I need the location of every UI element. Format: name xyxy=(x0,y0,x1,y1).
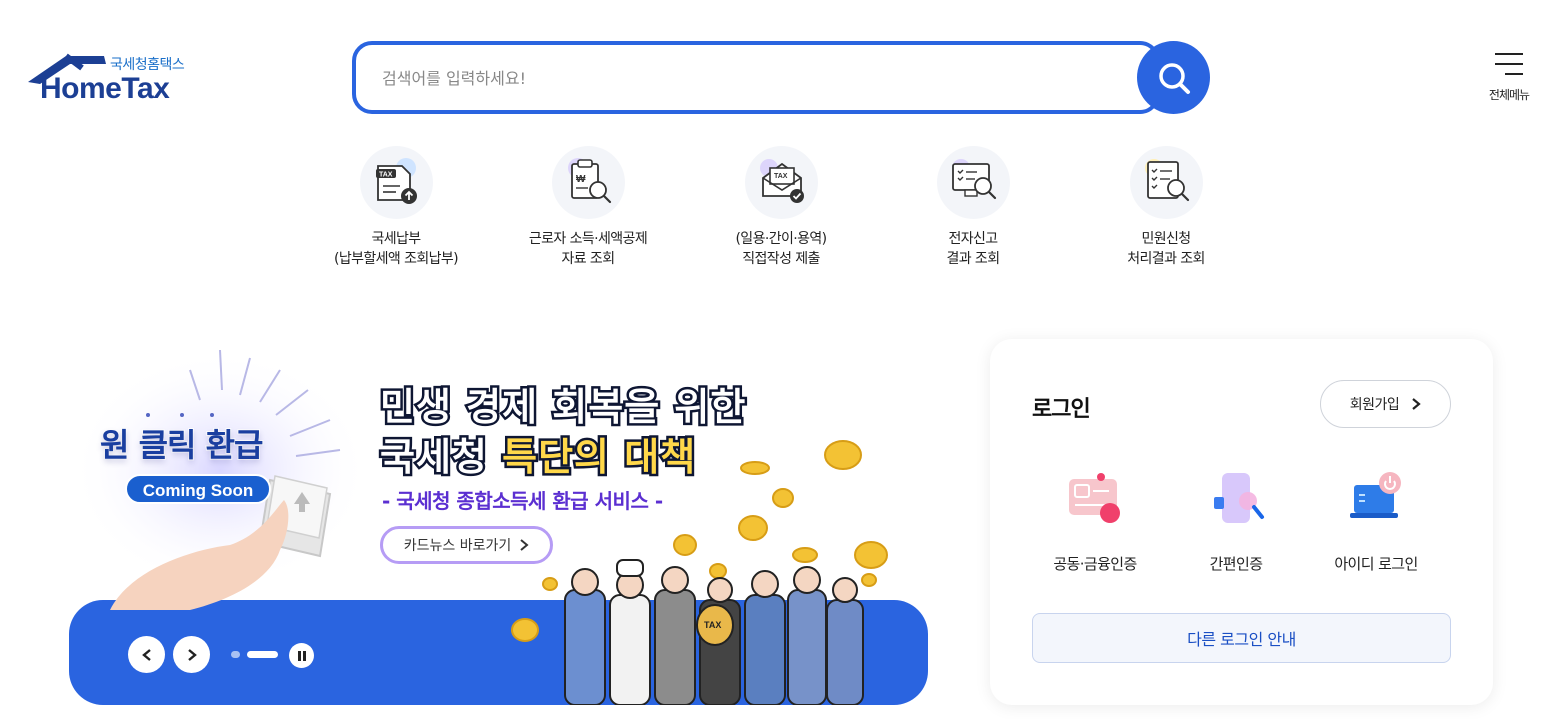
login-title: 로그인 xyxy=(1032,397,1091,422)
tax-mail-icon: TAX xyxy=(759,159,804,203)
quick-menu-label: 전자신고 결과 조회 xyxy=(888,229,1058,269)
login-opt-icon-wrap xyxy=(1206,471,1266,531)
deduction-search-icon: ₩ xyxy=(567,158,611,204)
login-opt-label: 아이디 로그인 xyxy=(1334,555,1418,573)
banner-badge-title: 원 클릭 환급 xyxy=(99,425,264,465)
quick-label-line1: 근로자 소득·세액공제 xyxy=(528,231,648,247)
chevron-right-icon xyxy=(1412,398,1421,410)
phone-search-icon xyxy=(1214,473,1264,523)
search-box xyxy=(352,41,1160,114)
quick-icon-wrap xyxy=(936,146,1010,219)
svg-text:TAX: TAX xyxy=(774,173,788,180)
svg-text:TAX: TAX xyxy=(704,620,721,630)
all-menu-button[interactable]: 전체메뉴 xyxy=(1480,52,1538,106)
banner-headline-1: 민생 경제 회복을 위한 xyxy=(377,383,747,432)
quick-icon-wrap: TAX xyxy=(359,146,433,219)
quick-menu-label: 근로자 소득·세액공제 자료 조회 xyxy=(503,229,673,269)
certificate-card-icon xyxy=(1069,473,1120,523)
quick-menu-label: (일용·간이·용역) 직접작성 제출 xyxy=(696,229,866,269)
quick-label-line1: (일용·간이·용역) xyxy=(735,231,827,247)
signup-button[interactable]: 회원가입 xyxy=(1320,380,1451,428)
tax-payment-icon: TAX xyxy=(375,158,417,204)
hometax-logo[interactable]: 국세청홈택스 HomeTax xyxy=(26,50,196,106)
quick-label-line2: 자료 조회 xyxy=(561,251,616,267)
quick-menu-deduction[interactable]: ₩ 근로자 소득·세액공제 자료 조회 xyxy=(503,146,673,269)
card-news-label: 카드뉴스 바로가기 xyxy=(403,538,512,554)
quick-menu-label: 국세납부 (납부할세액 조회납부) xyxy=(311,229,481,269)
quick-label-line2: 처리결과 조회 xyxy=(1127,251,1205,267)
coming-soon-badge: Coming Soon xyxy=(125,474,271,504)
search-input[interactable] xyxy=(382,63,1122,93)
signup-label: 회원가입 xyxy=(1349,397,1400,413)
banner-workers-illustration: TAX xyxy=(511,440,888,705)
chevron-right-icon xyxy=(187,648,197,661)
laptop-power-icon xyxy=(1350,472,1401,518)
slide-pause-button[interactable] xyxy=(289,643,314,668)
quick-menu-label: 민원신청 처리결과 조회 xyxy=(1081,229,1251,269)
slide-indicator-dot[interactable] xyxy=(231,651,240,658)
quick-label-line2: 직접작성 제출 xyxy=(742,251,820,267)
quick-menu-tax-payment[interactable]: TAX 국세납부 (납부할세액 조회납부) xyxy=(311,146,481,269)
quick-label-line2: (납부할세액 조회납부) xyxy=(333,251,459,267)
svg-text:TAX: TAX xyxy=(379,172,393,179)
document-search-icon xyxy=(1144,159,1189,202)
chevron-left-icon xyxy=(141,648,151,661)
monitor-search-icon xyxy=(951,159,996,200)
logo-subtitle: 국세청홈택스 xyxy=(110,57,185,73)
quick-icon-wrap xyxy=(1129,146,1203,219)
search-button[interactable] xyxy=(1137,41,1210,114)
quick-icon-wrap: ₩ xyxy=(551,146,625,219)
login-opt-icon-wrap xyxy=(1065,471,1125,531)
other-login-guide-button[interactable]: 다른 로그인 안내 xyxy=(1032,613,1451,663)
login-simple-auth[interactable]: 간편인증 xyxy=(1166,471,1306,574)
login-panel: 로그인 회원가입 공동·금융인증 간편인증 아이디 로그인 다른 로그인 안내 xyxy=(990,339,1493,705)
headline-2-part-a: 국세청 xyxy=(377,433,503,482)
login-opt-label: 공동·금융인증 xyxy=(1053,555,1137,573)
quick-menu-civil-petition[interactable]: 민원신청 처리결과 조회 xyxy=(1081,146,1251,269)
quick-menu-e-filing[interactable]: 전자신고 결과 조회 xyxy=(888,146,1058,269)
quick-label-line1: 민원신청 xyxy=(1141,231,1191,247)
login-certificate[interactable]: 공동·금융인증 xyxy=(1025,471,1165,574)
slide-next-button[interactable] xyxy=(173,636,210,673)
login-opt-icon-wrap xyxy=(1346,471,1406,531)
slide-prev-button[interactable] xyxy=(128,636,165,673)
quick-label-line2: 결과 조회 xyxy=(946,251,1001,267)
login-id[interactable]: 아이디 로그인 xyxy=(1306,471,1446,574)
svg-text:₩: ₩ xyxy=(576,174,586,185)
search-icon xyxy=(1158,62,1190,94)
logo-title: HomeTax xyxy=(40,72,170,105)
pause-icon xyxy=(297,650,306,661)
quick-icon-wrap: TAX xyxy=(744,146,818,219)
quick-label-line1: 국세납부 xyxy=(371,231,421,247)
hamburger-icon xyxy=(1495,53,1523,75)
quick-label-line1: 전자신고 xyxy=(948,231,998,247)
all-menu-label: 전체메뉴 xyxy=(1488,88,1530,102)
login-opt-label: 간편인증 xyxy=(1209,555,1263,573)
slide-indicator-active[interactable] xyxy=(247,651,278,658)
quick-menu-direct-submit[interactable]: TAX (일용·간이·용역) 직접작성 제출 xyxy=(696,146,866,269)
